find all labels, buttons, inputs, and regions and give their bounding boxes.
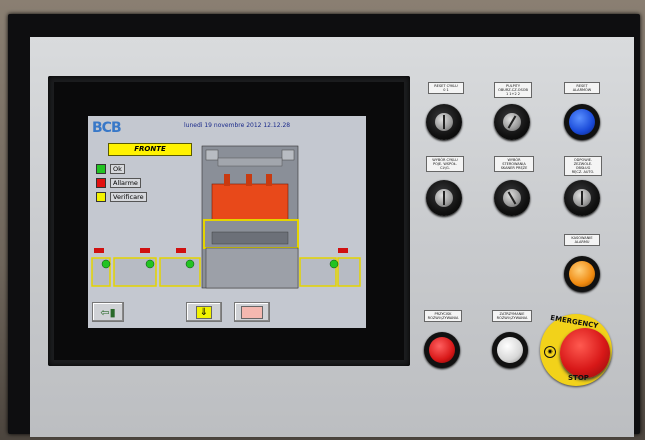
grate-right-2 bbox=[337, 257, 361, 287]
reset-cycle-selector[interactable] bbox=[426, 104, 462, 140]
ram-rod-1 bbox=[224, 174, 230, 186]
tool-icon bbox=[241, 305, 263, 319]
white-push-button[interactable] bbox=[492, 332, 528, 368]
reset-alarm-button[interactable] bbox=[564, 104, 600, 140]
selector-knob-icon bbox=[435, 189, 453, 207]
ram-rod-2 bbox=[246, 174, 252, 186]
kasowanie-plate: KASOWANIE ALARMU bbox=[564, 234, 600, 246]
exit-door-icon: ⇦▮ bbox=[100, 305, 116, 319]
zezwolenie-plate: ODPOWIE. ZEZWOLE. OBSŁUG RĘCZ. AUTO. bbox=[564, 156, 602, 176]
exit-button[interactable]: ⇦▮ bbox=[92, 302, 124, 322]
selector-knob-icon bbox=[503, 189, 521, 207]
pulpit-selector[interactable] bbox=[494, 104, 530, 140]
status-led-2 bbox=[145, 259, 155, 269]
przycisk-left-plate: PRZYCISK ROZWIĄZYWANIA bbox=[424, 310, 462, 322]
wybor-sterowania-plate: WYBÓR STEROWANIA SKANER PRĘŻE bbox=[494, 156, 534, 172]
emergency-stop-button[interactable] bbox=[560, 328, 610, 378]
selector-knob-icon bbox=[503, 113, 521, 131]
pulpit-plate: PULPITY OBURZ.CZ.OSOB 1 1+2 2 bbox=[494, 82, 532, 98]
down-arrow-icon: ⇓ bbox=[195, 305, 213, 319]
press-bed bbox=[211, 231, 289, 245]
control-mode-selector[interactable] bbox=[494, 180, 530, 216]
wybor-cyklu-plate: WYBÓR CYKLU POJE. WSPÓŁ. CIĄG. bbox=[426, 156, 464, 172]
down-button[interactable]: ⇓ bbox=[186, 302, 222, 322]
selector-knob-icon bbox=[435, 113, 453, 131]
status-led-1 bbox=[101, 259, 111, 269]
selector-knob-icon bbox=[573, 189, 591, 207]
sensor-1 bbox=[94, 248, 104, 253]
sensor-4 bbox=[338, 248, 348, 253]
sensor-3 bbox=[176, 248, 186, 253]
alarm-reset-lamp-button[interactable] bbox=[564, 256, 600, 292]
status-led-3 bbox=[185, 259, 195, 269]
grate-left-3 bbox=[159, 257, 201, 287]
stop-symbol-icon: ◉ bbox=[544, 346, 556, 358]
press-top-left-block bbox=[205, 149, 219, 161]
press-top-right-block bbox=[281, 149, 295, 161]
reset-cycle-plate: RESET CYKLU 0 1 bbox=[428, 82, 464, 94]
press-base bbox=[205, 247, 299, 289]
tool-button[interactable] bbox=[234, 302, 270, 322]
estop-label-bottom: STOP bbox=[568, 374, 589, 382]
przycisk-right-plate: ZATRZYMANIE ROZWIĄZYWANIA bbox=[492, 310, 532, 322]
manual-auto-selector[interactable] bbox=[564, 180, 600, 216]
red-push-button[interactable] bbox=[424, 332, 460, 368]
sensor-2 bbox=[140, 248, 150, 253]
press-crown bbox=[217, 157, 283, 167]
hmi-screen: BCB lunedì 19 novembre 2012 12.12.28 FRO… bbox=[88, 116, 366, 328]
cycle-mode-selector[interactable] bbox=[426, 180, 462, 216]
reset-alarm-plate: RESET ALARMÓW bbox=[564, 82, 600, 94]
press-ram[interactable] bbox=[211, 183, 289, 221]
status-led-4 bbox=[329, 259, 339, 269]
press-diagram bbox=[91, 145, 361, 289]
ram-rod-3 bbox=[266, 174, 272, 186]
